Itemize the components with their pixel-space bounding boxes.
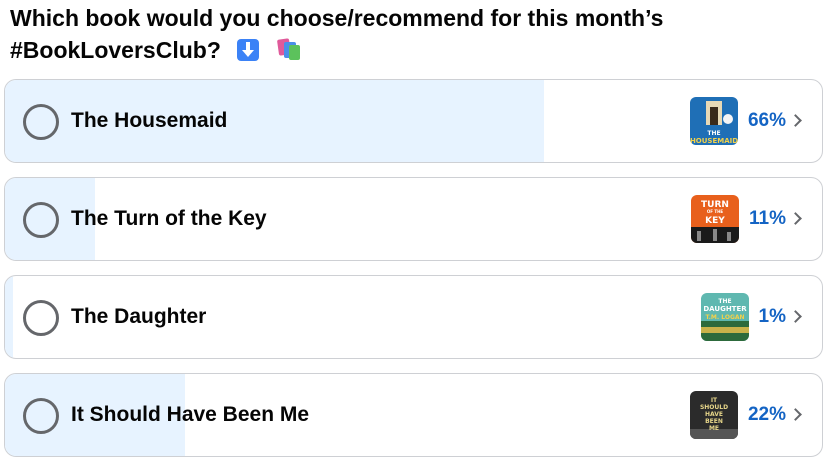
- option-result: TURN OF THE KEY 11%: [691, 178, 802, 260]
- svg-text:THE: THE: [718, 298, 731, 305]
- option-result: IT SHOULD HAVE BEEN ME 22%: [689, 374, 802, 456]
- svg-text:T.M. LOGAN: T.M. LOGAN: [705, 314, 744, 321]
- chevron-right-icon[interactable]: [790, 114, 802, 128]
- radio-button[interactable]: [23, 398, 59, 434]
- poll-option[interactable]: It Should Have Been Me IT SHOULD HAVE BE…: [4, 373, 823, 457]
- svg-text:HAVE: HAVE: [705, 411, 723, 418]
- radio-button[interactable]: [23, 202, 59, 238]
- poll-question-line1: Which book would you choose/recommend fo…: [10, 5, 664, 31]
- option-percent: 66%: [747, 110, 786, 131]
- option-label: The Turn of the Key: [71, 207, 267, 230]
- option-percent: 11%: [749, 208, 786, 229]
- option-result: THE HOUSEMAID 66%: [689, 80, 802, 162]
- svg-text:BEEN: BEEN: [705, 418, 723, 425]
- book-cover-image: THE DAUGHTER T.M. LOGAN: [700, 293, 749, 341]
- poll-question: Which book would you choose/recommend fo…: [10, 2, 810, 66]
- svg-text:THE: THE: [707, 130, 720, 137]
- option-percent: 1%: [758, 306, 786, 327]
- radio-button[interactable]: [23, 300, 59, 336]
- svg-text:SHOULD: SHOULD: [700, 404, 728, 411]
- book-cover-image: TURN OF THE KEY: [691, 195, 740, 243]
- book-cover-image: IT SHOULD HAVE BEEN ME: [689, 391, 738, 439]
- option-result: THE DAUGHTER T.M. LOGAN 1%: [700, 276, 802, 358]
- poll-option[interactable]: The Turn of the Key TURN OF THE KEY 11%: [4, 177, 823, 261]
- chevron-right-icon[interactable]: [790, 212, 802, 226]
- vote-fill-bar: [5, 276, 14, 358]
- books-icon: [276, 37, 302, 61]
- option-label: The Housemaid: [71, 109, 228, 132]
- svg-text:DAUGHTER: DAUGHTER: [703, 305, 747, 313]
- poll-option[interactable]: The Housemaid THE HOUSEMAID 66%: [4, 79, 823, 163]
- poll-option[interactable]: The Daughter THE DAUGHTER T.M. LOGAN 1%: [4, 275, 823, 359]
- svg-text:HOUSEMAID: HOUSEMAID: [690, 137, 738, 145]
- down-arrow-icon: [237, 39, 260, 61]
- chevron-right-icon[interactable]: [790, 408, 802, 422]
- svg-text:KEY: KEY: [705, 216, 725, 226]
- poll-question-line2: #BookLoversClub?: [10, 37, 221, 63]
- svg-text:ME: ME: [709, 425, 719, 432]
- chevron-right-icon[interactable]: [790, 310, 802, 324]
- book-cover-image: THE HOUSEMAID: [689, 97, 738, 145]
- svg-text:IT: IT: [711, 397, 718, 404]
- poll-question-line2-row: #BookLoversClub?: [10, 34, 810, 66]
- svg-text:OF THE: OF THE: [707, 209, 724, 214]
- radio-button[interactable]: [23, 104, 59, 140]
- option-label: It Should Have Been Me: [71, 403, 310, 426]
- option-percent: 22%: [747, 404, 786, 425]
- option-label: The Daughter: [71, 305, 207, 328]
